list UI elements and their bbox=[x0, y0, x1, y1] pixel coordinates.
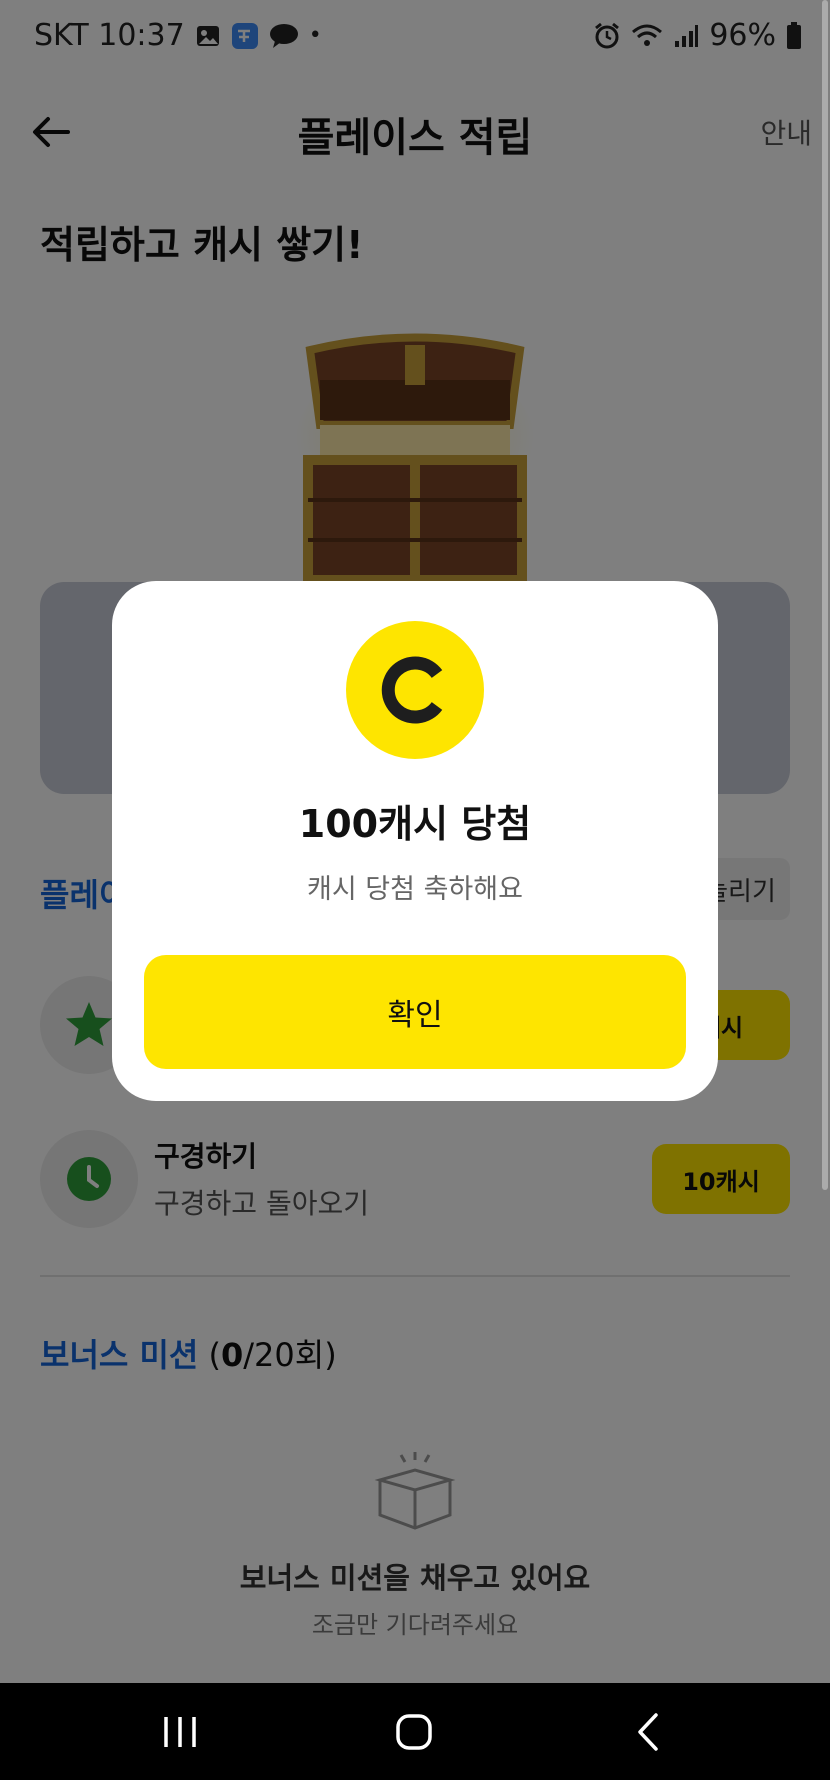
scrollbar[interactable] bbox=[822, 0, 828, 1190]
confirm-button[interactable]: 확인 bbox=[144, 955, 686, 1069]
reward-dialog: 100캐시 당첨 캐시 당첨 축하해요 확인 bbox=[112, 581, 718, 1101]
c-letter-icon bbox=[381, 656, 443, 724]
dialog-title: 100캐시 당첨 bbox=[298, 802, 532, 846]
cash-coin-icon bbox=[346, 621, 484, 759]
home-icon[interactable] bbox=[394, 1713, 434, 1751]
recent-apps-icon[interactable] bbox=[160, 1713, 200, 1751]
dialog-subtitle: 캐시 당첨 축하해요 bbox=[307, 874, 523, 905]
back-nav-icon[interactable] bbox=[628, 1711, 668, 1753]
system-nav-bar bbox=[0, 1683, 830, 1780]
